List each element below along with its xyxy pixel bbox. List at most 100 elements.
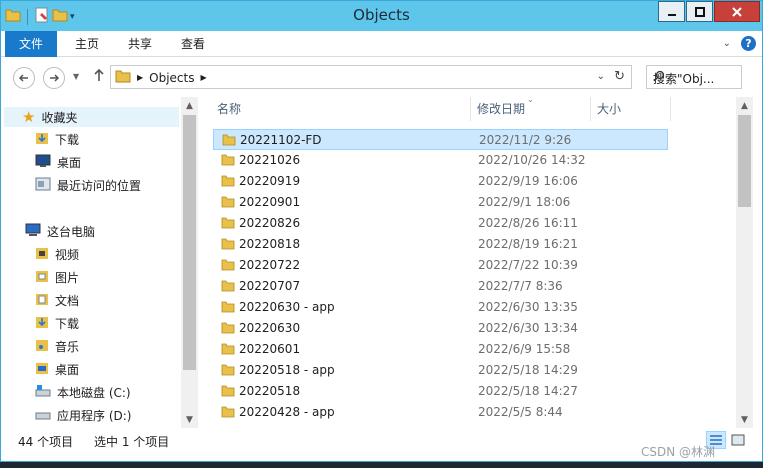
nav-item-downloads[interactable]: 下载	[35, 129, 79, 149]
help-icon[interactable]: ?	[741, 36, 756, 51]
file-name: 20220601	[239, 342, 301, 356]
nav-item-label: 视频	[55, 247, 80, 262]
recent-locations-icon[interactable]: ▼	[73, 72, 79, 81]
tab-file[interactable]: 文件	[5, 31, 57, 57]
file-name: 20220707	[239, 279, 301, 293]
file-name: 20220901	[239, 195, 301, 209]
file-date: 2022/11/2 9:26	[479, 133, 572, 147]
nav-item-drive-c[interactable]: 本地磁盘 (C:)	[35, 382, 131, 402]
scroll-thumb[interactable]	[183, 115, 196, 370]
file-name: 20220428 - app	[239, 405, 335, 419]
table-row[interactable]: 20221102-FD 2022/11/2 9:26	[213, 129, 668, 150]
file-date: 2022/9/19 16:06	[478, 174, 578, 188]
scroll-up-icon[interactable]: ▲	[736, 97, 753, 114]
nav-item-label: 应用程序 (D:)	[57, 408, 132, 423]
file-name: 20220518	[239, 384, 301, 398]
selected-count: 选中 1 个项目	[94, 435, 170, 449]
column-header-size[interactable]: 大小	[591, 97, 671, 121]
folder-icon	[221, 342, 235, 358]
desktop-icon	[35, 154, 51, 171]
address-path-root[interactable]: Objects	[149, 71, 194, 85]
folder-icon	[115, 69, 131, 86]
recent-places-icon	[35, 177, 51, 194]
chevron-right-icon[interactable]: ▶	[201, 73, 207, 82]
file-date: 2022/5/18 14:29	[478, 363, 578, 377]
table-row[interactable]: 20220601 2022/6/9 15:58	[213, 339, 668, 360]
column-header-name[interactable]: 名称	[211, 97, 471, 121]
maximize-button[interactable]	[686, 1, 713, 22]
table-row[interactable]: 20220428 - app 2022/5/5 8:44	[213, 402, 668, 423]
nav-item-music[interactable]: 音乐	[35, 336, 79, 356]
nav-item-pictures[interactable]: 图片	[35, 267, 79, 287]
forward-button[interactable]	[43, 67, 65, 89]
table-row[interactable]: 20220630 - app 2022/6/30 13:35	[213, 297, 668, 318]
address-dropdown-icon[interactable]: ⌄	[597, 71, 605, 82]
download-folder-icon	[35, 131, 49, 148]
file-name: 20221102-FD	[240, 133, 322, 147]
explorer-window: ▾ Objects 文件 主页 共享 查看 ⌄ ? ▼ ▶ Objects ▶ …	[0, 0, 763, 462]
nav-item-recent-places[interactable]: 最近访问的位置	[35, 175, 141, 195]
nav-item-desktop-pc[interactable]: 桌面	[35, 359, 79, 379]
scroll-down-icon[interactable]: ▼	[181, 411, 198, 428]
nav-item-label: 本地磁盘 (C:)	[57, 385, 131, 400]
search-input[interactable]: 搜索"Obj...	[646, 65, 742, 89]
window-title: Objects	[353, 6, 410, 24]
file-name: 20220518 - app	[239, 363, 335, 377]
desktop-folder-icon	[35, 361, 49, 378]
ribbon-right-controls: ⌄ ?	[723, 36, 756, 51]
nav-item-drive-d[interactable]: 应用程序 (D:)	[35, 405, 131, 425]
folder-icon	[221, 153, 235, 169]
nav-item-this-pc[interactable]: 这台电脑	[25, 221, 95, 241]
tab-home[interactable]: 主页	[67, 31, 107, 57]
item-count: 44 个项目	[18, 435, 74, 449]
nav-item-favorites[interactable]: ★ 收藏夹	[4, 107, 179, 127]
table-row[interactable]: 20220818 2022/8/19 16:21	[213, 234, 668, 255]
file-list-scrollbar[interactable]: ▲ ▼	[736, 97, 753, 428]
scroll-up-icon[interactable]: ▲	[181, 97, 198, 114]
nav-item-documents[interactable]: 文档	[35, 290, 79, 310]
watermark-text: CSDN @林渊	[641, 445, 716, 459]
table-row[interactable]: 20220518 - app 2022/5/18 14:29	[213, 360, 668, 381]
folder-icon	[221, 174, 235, 190]
nav-pane-scrollbar[interactable]: ▲ ▼	[181, 97, 198, 428]
nav-item-downloads-pc[interactable]: 下载	[35, 313, 79, 333]
file-name: 20220919	[239, 174, 301, 188]
expand-ribbon-icon[interactable]: ⌄	[723, 38, 731, 49]
sort-descending-icon: ⌄	[527, 97, 534, 104]
large-icons-view-button[interactable]	[728, 431, 748, 449]
tab-view[interactable]: 查看	[173, 31, 213, 57]
table-row[interactable]: 20220901 2022/9/1 18:06	[213, 192, 668, 213]
title-bar[interactable]: ▾ Objects	[1, 1, 762, 31]
navigation-pane: ★ 收藏夹 下载 桌面 最近访问的位置 这台电脑 视频 图片 文档 下载 音乐 …	[1, 97, 181, 427]
refresh-icon[interactable]: ↻	[614, 69, 625, 84]
file-date: 2022/7/7 8:36	[478, 279, 563, 293]
file-name: 20220630	[239, 321, 301, 335]
scroll-down-icon[interactable]: ▼	[736, 411, 753, 428]
table-row[interactable]: 20220707 2022/7/7 8:36	[213, 276, 668, 297]
music-folder-icon	[35, 338, 49, 355]
folder-icon	[221, 300, 235, 316]
table-row[interactable]: 20220518 2022/5/18 14:27	[213, 381, 668, 402]
address-bar[interactable]: ▶ Objects ▶ ⌄ ↻	[110, 65, 632, 89]
download-folder-icon	[35, 315, 49, 332]
file-name: 20220630 - app	[239, 300, 335, 314]
close-button[interactable]	[714, 1, 760, 22]
table-row[interactable]: 20220919 2022/9/19 16:06	[213, 171, 668, 192]
up-arrow-icon[interactable]	[92, 67, 106, 86]
file-name: 20220818	[239, 237, 301, 251]
search-icon[interactable]	[653, 70, 737, 86]
table-row[interactable]: 20220722 2022/7/22 10:39	[213, 255, 668, 276]
address-row: ▼ ▶ Objects ▶ ⌄ ↻ 搜索"Obj...	[1, 59, 762, 95]
tab-share[interactable]: 共享	[120, 31, 160, 57]
table-row[interactable]: 20221026 2022/10/26 14:32	[213, 150, 668, 171]
chevron-right-icon[interactable]: ▶	[137, 73, 143, 82]
table-row[interactable]: 20220826 2022/8/26 16:11	[213, 213, 668, 234]
table-row[interactable]: 20220630 2022/6/30 13:34	[213, 318, 668, 339]
nav-item-videos[interactable]: 视频	[35, 244, 79, 264]
back-button[interactable]	[13, 67, 35, 89]
nav-item-desktop[interactable]: 桌面	[35, 152, 81, 172]
minimize-button[interactable]	[658, 1, 685, 22]
nav-item-label: 下载	[55, 316, 80, 331]
scroll-thumb[interactable]	[738, 115, 751, 207]
nav-item-label: 音乐	[55, 339, 80, 354]
